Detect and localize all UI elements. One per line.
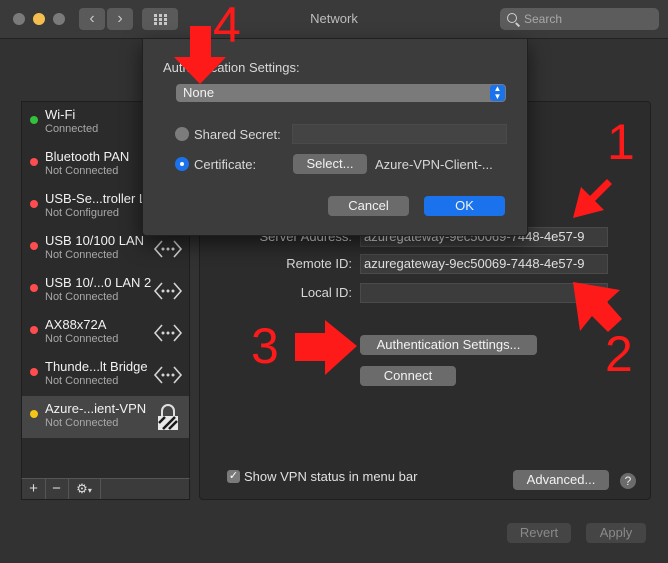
network-preferences-window: ‹ › Network Search Wi-Fi Connected Bluet…	[0, 0, 668, 563]
annotation-arrow-1	[573, 179, 624, 218]
annotation-number-1: 1	[607, 114, 635, 170]
annotation-number-4: 4	[213, 0, 241, 53]
annotation-arrow-2	[573, 282, 622, 332]
annotation-number-2: 2	[605, 326, 633, 382]
annotation-arrow-3	[295, 320, 357, 375]
annotation-number-3: 3	[251, 318, 279, 374]
annotation-arrows	[174, 26, 624, 375]
